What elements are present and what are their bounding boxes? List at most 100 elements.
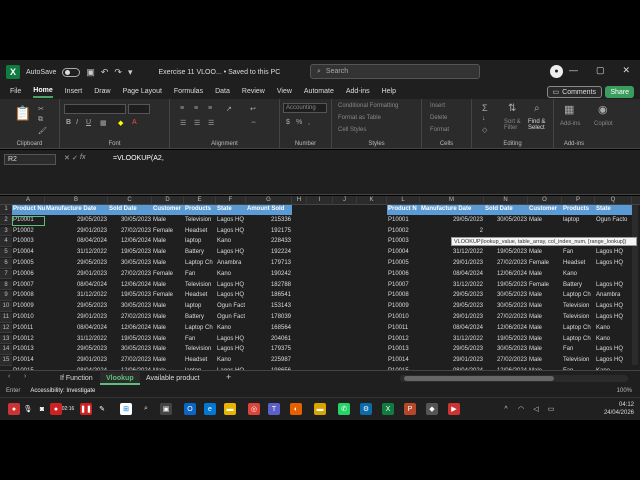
table-cell[interactable]: 30/05/2023 (108, 216, 152, 226)
comments-button[interactable]: ▭ Comments (546, 86, 602, 98)
accessibility-status[interactable]: Accessibility: Investigate (30, 388, 95, 394)
lookup-cell[interactable]: 29/01/2023 (420, 313, 484, 323)
table-cell[interactable]: 27/02/2023 (108, 356, 152, 366)
lookup-cell[interactable]: Female (528, 281, 562, 291)
name-box[interactable]: R2 (4, 154, 56, 165)
table-cell[interactable]: laptop (184, 237, 216, 247)
merge-center-icon[interactable]: ⇔ (250, 119, 257, 126)
column-header[interactable]: C (108, 196, 152, 205)
table-header-cell[interactable]: Product Number (12, 205, 45, 215)
next-sheet-icon[interactable]: › (24, 373, 26, 380)
sheet-tab-available-product[interactable]: Available product (140, 372, 206, 385)
column-header[interactable]: K (357, 196, 387, 205)
lookup-cell[interactable]: P10007 (387, 281, 420, 291)
borders-icon[interactable]: ▦ (100, 119, 107, 127)
wrap-text-icon[interactable]: ↩ (250, 105, 256, 113)
table-cell[interactable]: 29/01/2023 (45, 356, 108, 366)
currency-icon[interactable]: $ (286, 119, 290, 126)
sheet-tab-if-function[interactable]: If Function (54, 372, 99, 385)
timer-icon[interactable]: 02:16 (62, 403, 75, 415)
column-header[interactable]: A (12, 196, 45, 205)
video-app-icon[interactable]: ▶ (448, 403, 460, 415)
table-cell[interactable]: Laptop Ch (184, 324, 216, 334)
battery-icon[interactable]: ▭ (545, 403, 557, 415)
wifi-icon[interactable]: ◠ (515, 403, 527, 415)
table-cell[interactable]: Female (152, 270, 184, 280)
lookup-cell[interactable]: Lagos HQ (595, 281, 632, 291)
autosave-toggle[interactable] (62, 67, 81, 77)
lookup-cell[interactable]: Male (528, 302, 562, 312)
cancel-formula-icon[interactable]: ✕ (64, 154, 70, 162)
table-header-cell[interactable]: Amount Sold (246, 205, 292, 215)
table-cell[interactable]: P10011 (12, 324, 45, 334)
file-explorer-icon[interactable]: ▬ (224, 403, 236, 415)
lookup-cell[interactable]: 30/05/2023 (484, 345, 528, 355)
find-select-label[interactable]: Find & Select (528, 119, 552, 131)
table-cell[interactable]: Lagos HQ (216, 291, 246, 301)
insert-function-icon[interactable]: fx (80, 154, 85, 161)
undo-icon[interactable]: ↶ (101, 67, 109, 78)
horizontal-scrollbar[interactable] (400, 375, 628, 382)
lookup-cell[interactable]: 27/02/2023 (484, 259, 528, 269)
table-cell[interactable]: 179375 (246, 345, 292, 355)
lookup-cell[interactable]: Laptop Ch (562, 335, 595, 345)
table-cell[interactable]: Laptop Ch (184, 259, 216, 269)
table-cell[interactable]: 29/05/2023 (45, 259, 108, 269)
worksheet-grid[interactable]: ABCDEFGHIJKLMNOPQ 1 2 3 4 5 6 7 8 9 10 11 12 13 14 15 P… (0, 196, 640, 370)
format-cells-button[interactable]: Format (430, 127, 449, 133)
lookup-cell[interactable]: Male (528, 270, 562, 280)
table-cell[interactable]: Kano (216, 324, 246, 334)
lookup-cell[interactable]: Fan (562, 345, 595, 355)
app-icon[interactable]: ◆ (426, 403, 438, 415)
restore-icon[interactable]: ▢ (596, 65, 605, 76)
lookup-cell[interactable]: P10003 (387, 237, 420, 247)
conditional-formatting-button[interactable]: Conditional Formatting (338, 103, 398, 109)
copy-icon[interactable]: ⧉ (38, 116, 43, 124)
tab-add-ins[interactable]: Add-ins (346, 86, 370, 97)
table-cell[interactable]: Headset (184, 227, 216, 237)
folder-icon[interactable]: ▬ (314, 403, 326, 415)
lookup-cell[interactable]: Lagos HQ (595, 248, 632, 258)
table-cell[interactable]: 186541 (246, 291, 292, 301)
confirm-formula-icon[interactable]: ✓ (72, 154, 78, 162)
row-header[interactable]: 8 (0, 280, 12, 291)
lookup-cell[interactable]: Kano (595, 335, 632, 345)
lookup-cell[interactable]: Television (562, 356, 595, 366)
table-cell[interactable]: Television (184, 345, 216, 355)
table-cell[interactable]: P10014 (12, 356, 45, 366)
lookup-cell[interactable]: 19/05/2023 (484, 248, 528, 258)
lookup-cell[interactable]: Male (528, 356, 562, 366)
column-header[interactable]: F (216, 196, 246, 205)
font-size-select[interactable] (128, 104, 150, 114)
row-header[interactable]: 2 (0, 215, 12, 226)
column-header[interactable]: M (420, 196, 484, 205)
table-cell[interactable]: Kano (216, 270, 246, 280)
table-cell[interactable]: P10008 (12, 291, 45, 301)
mic-icon[interactable]: 🎙 (22, 403, 34, 415)
table-cell[interactable]: 179713 (246, 259, 292, 269)
lookup-cell[interactable]: Laptop Ch (562, 324, 595, 334)
table-cell[interactable]: Male (152, 356, 184, 366)
lookup-cell[interactable]: Lagos HQ (595, 345, 632, 355)
table-header-cell[interactable]: Customer (152, 205, 184, 215)
lookup-cell[interactable]: Ogun Facto (595, 216, 632, 226)
vertical-scrollbar[interactable] (632, 205, 638, 365)
sort-filter-icon[interactable]: ⇅ (508, 103, 516, 114)
table-cell[interactable]: Male (152, 281, 184, 291)
lookup-cell[interactable]: Male (528, 248, 562, 258)
windows-start-icon[interactable]: ⊞ (120, 403, 132, 415)
tab-page-layout[interactable]: Page Layout (123, 86, 162, 97)
chrome-icon[interactable]: ◎ (248, 403, 260, 415)
lookup-cell[interactable]: Male (528, 335, 562, 345)
table-cell[interactable]: 30/05/2023 (108, 259, 152, 269)
table-cell[interactable]: Headset (184, 356, 216, 366)
lookup-cell[interactable]: P10004 (387, 248, 420, 258)
row-header[interactable]: 9 (0, 291, 12, 301)
table-cell[interactable]: 29/05/2023 (45, 345, 108, 355)
column-header[interactable]: H (292, 196, 307, 205)
bold-icon[interactable]: B (66, 119, 71, 126)
search-input[interactable]: ⌕ Search (310, 64, 480, 79)
row-header[interactable]: 12 (0, 323, 12, 334)
row-header[interactable]: 4 (0, 237, 12, 247)
sort-filter-label[interactable]: Sort & Filter (504, 119, 524, 131)
